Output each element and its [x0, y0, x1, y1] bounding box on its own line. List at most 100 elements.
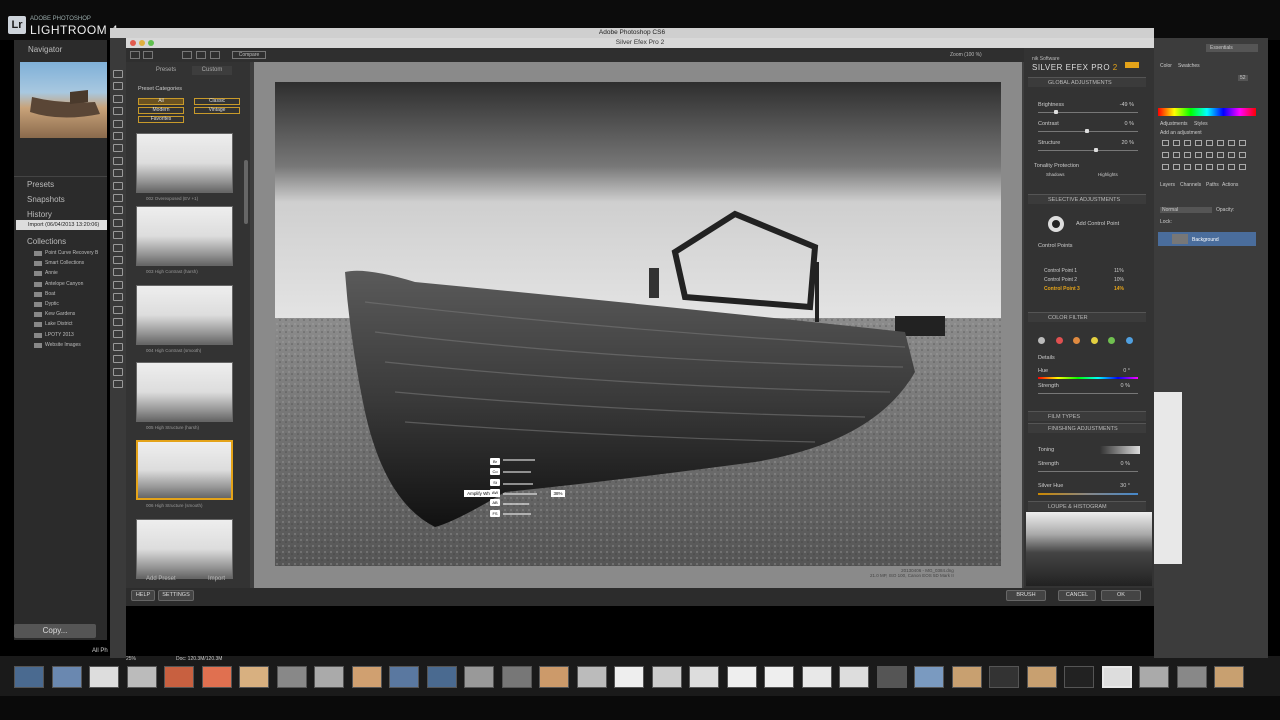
film-types-header[interactable]: FILM TYPES: [1028, 411, 1146, 421]
filmstrip-thumb[interactable]: [914, 666, 944, 688]
tab-layers[interactable]: Layers: [1160, 182, 1175, 188]
control-point-param[interactable]: AB: [490, 499, 500, 507]
collection-item[interactable]: Kew Gardens: [45, 311, 75, 317]
preset-thumbnail[interactable]: [136, 285, 233, 345]
filmstrip-thumb[interactable]: [89, 666, 119, 688]
hue-slider[interactable]: [1038, 377, 1138, 379]
photoshop-tool-icon[interactable]: [113, 218, 123, 227]
adjustment-icon[interactable]: [1173, 152, 1180, 158]
tab-custom[interactable]: Custom: [192, 66, 232, 75]
preview-photo[interactable]: [275, 82, 1001, 566]
preset-thumbnail[interactable]: [136, 133, 233, 193]
adjustment-icon[interactable]: [1162, 152, 1169, 158]
layout-single-icon[interactable]: [182, 51, 192, 59]
adjustment-icon[interactable]: [1228, 140, 1235, 146]
structure-knob[interactable]: [1094, 148, 1098, 152]
filmstrip-thumb[interactable]: [614, 666, 644, 688]
filmstrip-thumb[interactable]: [164, 666, 194, 688]
filmstrip-thumb[interactable]: [839, 666, 869, 688]
selective-adjustments-header[interactable]: SELECTIVE ADJUSTMENTS: [1028, 194, 1146, 204]
adjustment-icon[interactable]: [1184, 152, 1191, 158]
adjustment-icon[interactable]: [1162, 140, 1169, 146]
help-button[interactable]: HELP: [131, 590, 155, 601]
photoshop-tool-icon[interactable]: [113, 82, 123, 91]
tab-adjustments[interactable]: Adjustments: [1160, 121, 1188, 127]
brightness-value[interactable]: -49 %: [1104, 102, 1134, 108]
toning-strength-value[interactable]: 0 %: [1100, 461, 1130, 467]
tab-swatches[interactable]: Swatches: [1178, 63, 1200, 69]
history-item[interactable]: Import (06/04/2013 13:20:06): [16, 220, 107, 230]
filmstrip-thumb[interactable]: [201, 666, 232, 688]
settings-button[interactable]: SETTINGS: [158, 590, 194, 601]
adjustment-icon[interactable]: [1184, 140, 1191, 146]
category-vintage[interactable]: Vintage: [194, 107, 240, 114]
tab-actions[interactable]: Actions: [1222, 182, 1238, 188]
photoshop-tool-icon[interactable]: [113, 280, 123, 289]
filmstrip-thumb[interactable]: [314, 666, 344, 688]
adjustment-icon[interactable]: [1162, 164, 1169, 170]
filmstrip-thumb[interactable]: [689, 666, 719, 688]
photoshop-tool-icon[interactable]: [113, 119, 123, 128]
filmstrip-thumb[interactable]: [1101, 666, 1132, 688]
collection-item[interactable]: Antelope Canyon: [45, 281, 83, 287]
filmstrip-thumb[interactable]: [1176, 666, 1207, 688]
compare-button[interactable]: Compare: [232, 51, 266, 59]
view-single-icon[interactable]: [130, 51, 140, 59]
filmstrip-thumb[interactable]: [1026, 666, 1057, 688]
adjustment-icon[interactable]: [1239, 164, 1246, 170]
color-filter-swatch[interactable]: [1125, 337, 1133, 344]
photoshop-tool-icon[interactable]: [113, 156, 123, 165]
control-point-param[interactable]: Br: [490, 458, 500, 465]
add-control-point-icon[interactable]: [1048, 216, 1064, 232]
filmstrip-thumb[interactable]: [501, 666, 532, 688]
control-point-param[interactable]: St: [490, 478, 500, 486]
photoshop-tool-icon[interactable]: [113, 70, 123, 78]
photoshop-tool-icon[interactable]: [113, 94, 123, 103]
tab-channels[interactable]: Channels: [1180, 182, 1201, 188]
tonality-protection-label[interactable]: Tonality Protection: [1034, 163, 1079, 169]
adjustment-icon[interactable]: [1195, 140, 1202, 146]
ok-button[interactable]: OK: [1101, 590, 1141, 601]
photoshop-tool-icon[interactable]: [113, 206, 123, 215]
filmstrip-thumb[interactable]: [1064, 666, 1094, 688]
photoshop-tool-icon[interactable]: [113, 144, 123, 153]
control-point-row[interactable]: Control Point 1 11%: [1034, 268, 1134, 277]
photoshop-tool-icon[interactable]: [113, 169, 123, 178]
add-preset-button[interactable]: Add Preset: [146, 576, 176, 582]
preset-thumbnail[interactable]: [136, 519, 233, 579]
layout-horizontal-icon[interactable]: [210, 51, 220, 59]
maximize-window-icon[interactable]: [148, 40, 154, 46]
category-modern[interactable]: Modern: [138, 107, 184, 114]
blend-mode-select[interactable]: Normal: [1160, 207, 1212, 213]
structure-value[interactable]: 20 %: [1104, 140, 1134, 146]
add-control-point-label[interactable]: Add Control Point: [1076, 221, 1119, 227]
color-filter-swatch[interactable]: [1055, 337, 1063, 344]
category-favorites[interactable]: Favorites: [138, 116, 184, 123]
control-point-row[interactable]: Control Point 3 14%: [1034, 286, 1134, 295]
collection-item[interactable]: Dyptic: [45, 301, 59, 307]
filmstrip-thumb[interactable]: [276, 666, 307, 688]
photoshop-tool-icon[interactable]: [113, 367, 123, 376]
category-classic[interactable]: Classic: [194, 98, 240, 105]
filmstrip-thumb[interactable]: [126, 666, 157, 688]
silver-hue-slider[interactable]: [1038, 493, 1138, 495]
color-filter-swatch[interactable]: [1108, 337, 1115, 344]
adjustment-icon[interactable]: [1217, 152, 1224, 158]
control-point-param[interactable]: Co: [490, 468, 500, 476]
minimize-window-icon[interactable]: [139, 40, 145, 46]
navigator-preview[interactable]: [20, 62, 107, 138]
contrast-value[interactable]: 0 %: [1104, 121, 1134, 127]
collection-item[interactable]: Website Images: [45, 342, 81, 348]
brightness-slider[interactable]: [1038, 112, 1138, 113]
photoshop-tool-icon[interactable]: [113, 330, 123, 339]
copy-button[interactable]: Copy...: [14, 624, 96, 638]
filmstrip-thumb[interactable]: [576, 666, 607, 688]
tab-styles[interactable]: Styles: [1194, 121, 1208, 127]
photoshop-tool-icon[interactable]: [113, 305, 123, 314]
adjustment-icon[interactable]: [1195, 152, 1202, 158]
preset-thumbnail[interactable]: [136, 362, 233, 422]
photoshop-tool-icon[interactable]: [113, 268, 123, 277]
filmstrip-thumb[interactable]: [1139, 666, 1169, 688]
filmstrip-thumb[interactable]: [876, 666, 907, 688]
snapshots-header[interactable]: Snapshots: [27, 195, 65, 204]
